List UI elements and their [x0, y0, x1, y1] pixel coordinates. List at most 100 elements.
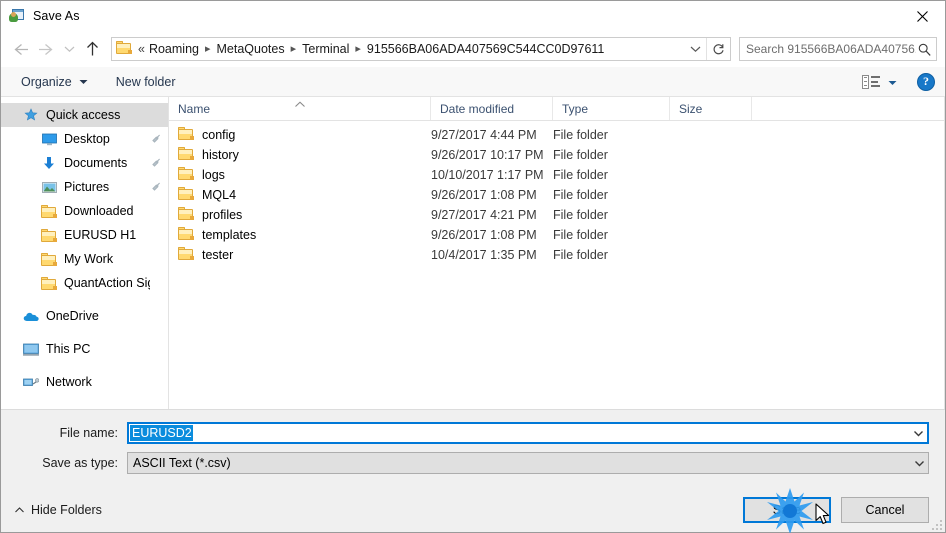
sidebar-item-label: QuantAction Signal [64, 276, 150, 290]
file-name-value[interactable]: EURUSD2 [130, 425, 193, 441]
command-toolbar: Organize New folder ? [1, 67, 945, 97]
save-as-type-select[interactable]: ASCII Text (*.csv) [127, 452, 929, 474]
column-header-name[interactable]: Name [169, 97, 431, 120]
table-row[interactable]: MQL4 9/26/2017 1:08 PM File folder [169, 185, 944, 205]
refresh-button[interactable] [706, 38, 730, 60]
recent-locations-chevron-icon [64, 46, 74, 53]
save-button[interactable]: Save [743, 497, 831, 523]
breadcrumb-overflow[interactable]: « [136, 38, 147, 60]
table-row[interactable]: profiles 9/27/2017 4:21 PM File folder [169, 205, 944, 225]
up-button[interactable] [79, 36, 105, 62]
up-arrow-icon [86, 41, 98, 56]
view-mode-button[interactable] [858, 70, 901, 94]
sidebar-item-this-pc[interactable]: This PC [1, 337, 168, 361]
sidebar-item-quick-access[interactable]: Quick access [1, 103, 168, 127]
address-dropdown-button[interactable] [684, 38, 706, 60]
sidebar-item-quantaction-signal[interactable]: QuantAction Signal [1, 271, 168, 295]
back-button[interactable] [7, 36, 33, 62]
row-type: File folder [553, 248, 608, 262]
help-button[interactable]: ? [917, 72, 935, 91]
search-icon [916, 43, 932, 56]
close-button[interactable] [899, 1, 945, 31]
organize-button[interactable]: Organize [15, 70, 94, 94]
folder-icon [178, 207, 194, 223]
table-row[interactable]: tester 10/4/2017 1:35 PM File folder [169, 245, 944, 265]
chevron-down-icon [914, 430, 923, 436]
row-name-label: config [202, 128, 236, 142]
sidebar-item-label: Pictures [64, 180, 110, 194]
table-row[interactable]: templates 9/26/2017 1:08 PM File folder [169, 225, 944, 245]
row-name: MQL4 [169, 187, 431, 203]
folder-icon [178, 127, 194, 143]
row-type: File folder [553, 148, 608, 162]
sidebar-item-label: This PC [46, 342, 91, 356]
row-type: File folder [553, 208, 608, 222]
sidebar-item-desktop[interactable]: Desktop [1, 127, 168, 151]
sidebar-item-pictures[interactable]: Pictures [1, 175, 168, 199]
row-name-label: logs [202, 168, 225, 182]
column-header-type[interactable]: Type [553, 97, 670, 120]
row-date-modified: 9/27/2017 4:21 PM [431, 208, 537, 222]
hide-folders-button[interactable]: Hide Folders [15, 503, 102, 517]
forward-arrow-icon [38, 43, 53, 55]
file-name-dropdown-button[interactable] [910, 430, 927, 437]
sidebar-item-documents[interactable]: Documents [1, 151, 168, 175]
cancel-button-label: Cancel [865, 503, 905, 517]
row-type: File folder [553, 188, 608, 202]
sidebar-item-network[interactable]: Network [1, 370, 168, 394]
row-name-label: tester [202, 248, 234, 262]
onedrive-icon [23, 308, 39, 324]
window-title: Save As [33, 9, 80, 23]
folder-icon [41, 227, 57, 243]
column-header-filler [752, 97, 944, 120]
row-name: config [169, 127, 431, 143]
forward-button[interactable] [33, 36, 59, 62]
sidebar-item-onedrive[interactable]: OneDrive [1, 304, 168, 328]
save-as-type-dropdown-button[interactable] [911, 460, 928, 467]
chevron-up-icon [15, 507, 24, 513]
row-name: history [169, 147, 431, 163]
table-row[interactable]: config 9/27/2017 4:44 PM File folder [169, 125, 944, 145]
row-type: File folder [553, 128, 608, 142]
save-as-type-label: Save as type: [42, 456, 118, 470]
sidebar-item-label: EURUSD H1 [64, 228, 137, 242]
back-arrow-icon [13, 43, 28, 55]
breadcrumb-terminal[interactable]: Terminal [300, 38, 351, 60]
row-name-label: profiles [202, 208, 243, 222]
folder-icon [178, 167, 194, 183]
cancel-button[interactable]: Cancel [841, 497, 929, 523]
row-name-label: MQL4 [202, 188, 237, 202]
view-mode-chevron-icon[interactable] [888, 75, 897, 89]
table-row[interactable]: logs 10/10/2017 1:17 PM File folder [169, 165, 944, 185]
save-as-dialog: Save As « Roaming ▸ MetaQuotes ▸ Termina… [0, 0, 946, 533]
sidebar-item-downloaded[interactable]: Downloaded [1, 199, 168, 223]
sidebar-item-label: My Work [64, 252, 114, 266]
row-name-label: templates [202, 228, 257, 242]
sidebar-item-my-work[interactable]: My Work [1, 247, 168, 271]
address-bar[interactable]: « Roaming ▸ MetaQuotes ▸ Terminal ▸ 9155… [111, 37, 731, 61]
search-box[interactable]: Search 915566BA06ADA40756... [739, 37, 937, 61]
file-name-label: File name: [59, 426, 118, 440]
sidebar-item-eurusd-h1[interactable]: EURUSD H1 [1, 223, 168, 247]
table-row[interactable]: history 9/26/2017 10:17 PM File folder [169, 145, 944, 165]
column-header-size[interactable]: Size [670, 97, 752, 120]
folder-icon [41, 275, 57, 291]
row-date-modified: 10/4/2017 1:35 PM [431, 248, 537, 262]
column-header-date-modified[interactable]: Date modified [431, 97, 553, 120]
breadcrumb-metaquotes[interactable]: MetaQuotes [215, 38, 287, 60]
breadcrumb-roaming[interactable]: Roaming [147, 38, 201, 60]
row-type: File folder [553, 228, 608, 242]
breadcrumb-current-folder[interactable]: 915566BA06ADA407569C544CC0D97611 [365, 38, 606, 60]
resize-grip-icon[interactable] [930, 518, 942, 530]
save-button-label: Save [772, 503, 802, 517]
star-pin-icon [23, 107, 39, 123]
column-label: Type [562, 101, 589, 116]
recent-locations-button[interactable] [59, 36, 79, 62]
help-icon: ? [923, 74, 929, 88]
refresh-icon [713, 43, 724, 54]
search-input[interactable]: Search 915566BA06ADA40756... [746, 42, 916, 56]
new-folder-button[interactable]: New folder [110, 70, 182, 94]
pin-icon [150, 134, 162, 144]
file-name-input[interactable]: EURUSD2 [127, 422, 929, 444]
sidebar-item-label: OneDrive [46, 309, 99, 323]
